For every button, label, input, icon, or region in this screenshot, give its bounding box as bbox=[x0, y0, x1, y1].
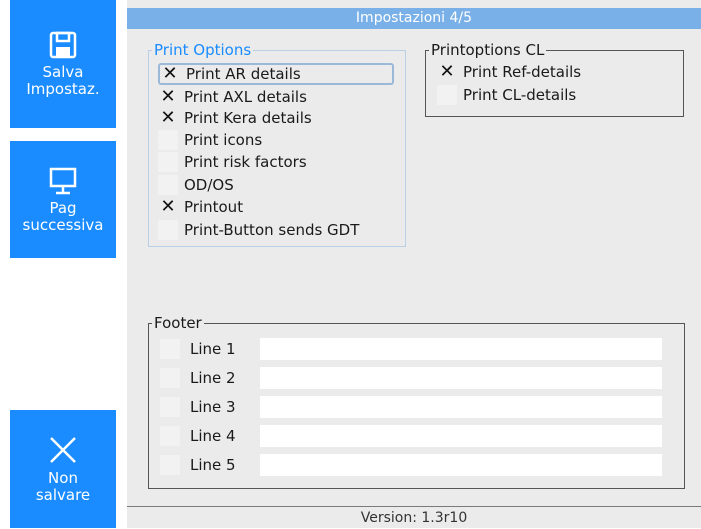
checkbox[interactable]: ✕ bbox=[158, 108, 178, 128]
save-settings-button[interactable]: Salva Impostaz. bbox=[10, 0, 116, 128]
checkbox[interactable] bbox=[158, 175, 178, 195]
monitor-icon bbox=[49, 167, 77, 194]
footer-line-input[interactable] bbox=[260, 425, 662, 447]
checkbox[interactable] bbox=[437, 85, 457, 105]
next-label-2: successiva bbox=[22, 215, 104, 234]
footer-line-input[interactable] bbox=[260, 396, 662, 418]
option-od-os[interactable]: OD/OS bbox=[158, 174, 394, 196]
footer-line-label: Line 4 bbox=[190, 427, 236, 445]
footer-line-checkbox[interactable] bbox=[160, 455, 180, 475]
version-status: Version: 1.3r10 bbox=[127, 506, 701, 528]
printoptions-cl-legend: Printoptions CL bbox=[429, 41, 547, 59]
checkbox[interactable] bbox=[158, 220, 178, 240]
footer-line-input[interactable] bbox=[260, 338, 662, 360]
footer-legend: Footer bbox=[152, 314, 204, 332]
option-print-ar-details[interactable]: ✕ Print AR details bbox=[158, 63, 394, 85]
footer-group: Footer Line 1 Line 2 Line 3 Line 4 Line … bbox=[148, 314, 685, 489]
print-options-legend: Print Options bbox=[152, 41, 254, 59]
settings-panel: Impostazioni 4/5 Print Options ✕ Print A… bbox=[127, 0, 701, 528]
option-printout[interactable]: ✕ Printout bbox=[158, 196, 394, 218]
save-label-1: Salva bbox=[42, 63, 84, 81]
option-print-axl-details[interactable]: ✕ Print AXL details bbox=[158, 86, 394, 108]
checkbox[interactable] bbox=[158, 152, 178, 172]
next-page-button[interactable]: Pag successiva bbox=[10, 141, 116, 258]
discard-label-2: salvare bbox=[35, 486, 91, 504]
close-icon bbox=[50, 437, 76, 463]
option-label: Print Ref-details bbox=[463, 63, 582, 81]
checkbox[interactable]: ✕ bbox=[160, 64, 180, 84]
option-print-risk-factors[interactable]: Print risk factors bbox=[158, 151, 394, 173]
option-print-ref-details[interactable]: ✕ Print Ref-details bbox=[437, 61, 673, 83]
checkbox[interactable]: ✕ bbox=[158, 197, 178, 217]
footer-line-checkbox[interactable] bbox=[160, 368, 180, 388]
option-label: Print-Button sends GDT bbox=[184, 221, 360, 239]
option-label: Printout bbox=[184, 198, 244, 216]
option-print-kera-details[interactable]: ✕ Print Kera details bbox=[158, 107, 394, 129]
option-label: Print Kera details bbox=[184, 109, 312, 127]
option-print-button-sends-gdt[interactable]: Print-Button sends GDT bbox=[158, 219, 394, 241]
option-label: Print icons bbox=[184, 131, 263, 149]
option-label: Print AXL details bbox=[184, 88, 307, 106]
checkbox[interactable]: ✕ bbox=[437, 62, 457, 82]
checkbox[interactable]: ✕ bbox=[158, 87, 178, 107]
footer-line-5: Line 5 bbox=[160, 453, 672, 477]
discard-button[interactable]: Non salvare bbox=[10, 410, 116, 528]
footer-line-2: Line 2 bbox=[160, 366, 672, 390]
option-label: Print AR details bbox=[186, 65, 301, 83]
footer-line-checkbox[interactable] bbox=[160, 339, 180, 359]
footer-line-checkbox[interactable] bbox=[160, 397, 180, 417]
footer-line-input[interactable] bbox=[260, 367, 662, 389]
option-print-cl-details[interactable]: Print CL-details bbox=[437, 84, 673, 106]
footer-line-label: Line 1 bbox=[190, 340, 236, 358]
footer-line-label: Line 5 bbox=[190, 456, 236, 474]
option-label: OD/OS bbox=[184, 176, 234, 194]
page-title: Impostazioni 4/5 bbox=[127, 8, 701, 29]
footer-line-input[interactable] bbox=[260, 454, 662, 476]
save-label-2: Impostaz. bbox=[26, 80, 100, 98]
footer-line-label: Line 2 bbox=[190, 369, 236, 387]
print-options-group: Print Options ✕ Print AR details ✕ Print… bbox=[148, 41, 406, 247]
discard-label-1: Non bbox=[48, 469, 78, 487]
printoptions-cl-group: Printoptions CL ✕ Print Ref-details Prin… bbox=[425, 41, 684, 117]
next-label-1: Pag bbox=[49, 198, 77, 217]
footer-line-4: Line 4 bbox=[160, 424, 672, 448]
footer-line-label: Line 3 bbox=[190, 398, 236, 416]
footer-line-1: Line 1 bbox=[160, 337, 672, 361]
option-label: Print CL-details bbox=[463, 86, 577, 104]
option-label: Print risk factors bbox=[184, 153, 307, 171]
footer-line-3: Line 3 bbox=[160, 395, 672, 419]
footer-line-checkbox[interactable] bbox=[160, 426, 180, 446]
floppy-disk-icon bbox=[49, 31, 77, 59]
option-print-icons[interactable]: Print icons bbox=[158, 129, 394, 151]
checkbox[interactable] bbox=[158, 130, 178, 150]
